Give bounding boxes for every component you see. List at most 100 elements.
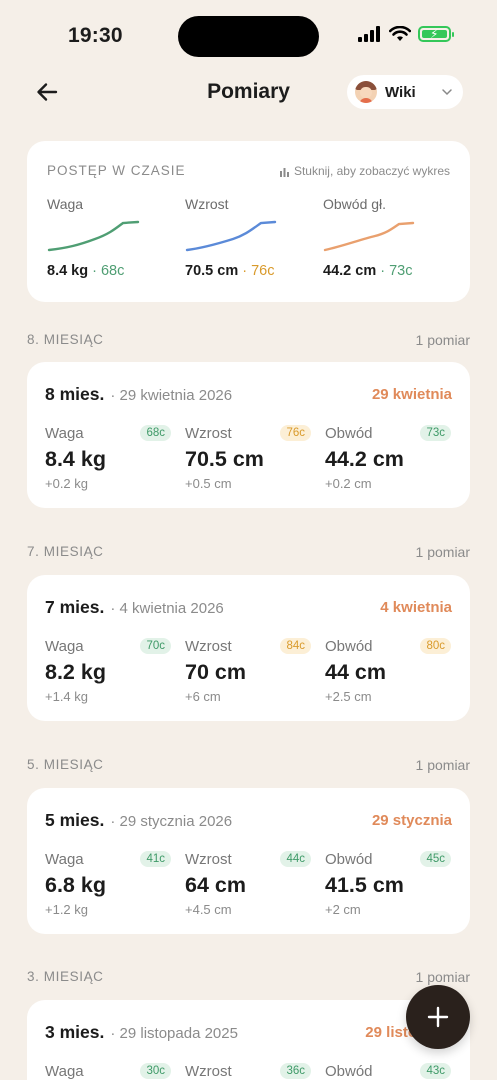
card-date: · 4 kwietnia 2026 xyxy=(110,600,224,617)
percentile-badge: 43c xyxy=(420,1063,451,1079)
section-header: 8. MIESIĄC 1 pomiar xyxy=(27,332,470,352)
plus-icon xyxy=(427,1006,449,1028)
metric-label: Obwód gł. xyxy=(323,196,387,212)
card-weight: Waga 41c 6.8 kg +1.2 kg xyxy=(45,851,171,921)
status-icons: ⚡ xyxy=(358,26,454,42)
nav-header: Pomiary Wiki xyxy=(0,72,497,114)
card-head: Obwód 73c 44.2 cm +0.2 cm xyxy=(325,425,451,495)
card-age: 7 mies. xyxy=(45,597,105,617)
col-delta: +1.2 kg xyxy=(45,902,89,917)
metric-value: 8.4 kg · 68c xyxy=(47,263,125,279)
card-head: Obwód 45c 41.5 cm +2 cm xyxy=(325,851,451,921)
metric-label: Waga xyxy=(47,196,84,212)
measurement-card[interactable]: 5 mies. · 29 stycznia 2026 29 stycznia Wa… xyxy=(27,788,470,934)
percentile-badge: 76c xyxy=(280,425,311,441)
measurement-card[interactable]: 8 mies. · 29 kwietnia 2026 29 kwietnia Wa… xyxy=(27,362,470,508)
col-delta: +0.2 cm xyxy=(325,476,372,491)
section-title: 5. MIESIĄC xyxy=(27,757,104,772)
col-value: 44.2 cm xyxy=(325,447,404,471)
section-count: 1 pomiar xyxy=(415,757,470,773)
card-weight: Waga 70c 8.2 kg +1.4 kg xyxy=(45,638,171,708)
add-measurement-button[interactable] xyxy=(406,985,470,1049)
percentile-badge: 30c xyxy=(140,1063,171,1079)
height-sparkline xyxy=(185,220,277,252)
card-date: · 29 kwietnia 2026 xyxy=(110,387,233,404)
weight-sparkline xyxy=(47,220,140,252)
col-value: 6.8 kg xyxy=(45,873,106,897)
col-value: 41.5 cm xyxy=(325,873,404,897)
card-date: · 29 stycznia 2026 xyxy=(110,813,233,830)
card-header: 8 mies. · 29 kwietnia 2026 29 kwietnia xyxy=(45,384,452,406)
section-count: 1 pomiar xyxy=(415,969,470,985)
section-header: 3. MIESIĄC 1 pomiar xyxy=(27,969,470,989)
card-height: Wzrost 76c 70.5 cm +0.5 cm xyxy=(185,425,311,495)
percentile-badge: 80c xyxy=(420,638,451,654)
signal-icon xyxy=(358,26,380,42)
child-name: Wiki xyxy=(385,83,416,101)
percentile-badge: 44c xyxy=(280,851,311,867)
percentile-badge: 70c xyxy=(140,638,171,654)
status-bar: 19:30 ⚡ xyxy=(0,0,497,72)
wifi-icon xyxy=(389,26,411,41)
section-title: 7. MIESIĄC xyxy=(27,544,104,559)
percentile-badge: 68c xyxy=(140,425,171,441)
col-delta: +1.4 kg xyxy=(45,689,89,704)
percentile-badge: 73c xyxy=(420,425,451,441)
col-delta: +6 cm xyxy=(185,689,221,704)
metric-value: 44.2 cm · 73c xyxy=(323,263,413,279)
progress-card[interactable]: POSTĘP W CZASIE Stuknij, aby zobaczyć wy… xyxy=(27,141,470,302)
col-delta: +0.2 kg xyxy=(45,476,89,491)
percentile-badge: 45c xyxy=(420,851,451,867)
card-age: 3 mies. xyxy=(45,1022,105,1042)
metric-head[interactable]: Obwód gł. 44.2 cm · 73c xyxy=(323,196,448,286)
section-header: 5. MIESIĄC 1 pomiar xyxy=(27,757,470,777)
measurement-card[interactable]: 3 mies. · 29 listopada 2025 29 listopada … xyxy=(27,1000,470,1080)
card-short-date: 4 kwietnia xyxy=(380,599,452,616)
card-age: 5 mies. xyxy=(45,810,105,830)
chart-hint-text: Stuknij, aby zobaczyć wykres xyxy=(293,164,450,178)
bar-chart-icon xyxy=(279,167,289,177)
card-header: 5 mies. · 29 stycznia 2026 29 stycznia xyxy=(45,810,452,832)
card-height: Wzrost 44c 64 cm +4.5 cm xyxy=(185,851,311,921)
col-delta: +2.5 cm xyxy=(325,689,372,704)
card-short-date: 29 stycznia xyxy=(371,812,452,829)
card-header: 3 mies. · 29 listopada 2025 29 listopada xyxy=(45,1022,452,1044)
card-head: Obwód 80c 44 cm +2.5 cm xyxy=(325,638,451,708)
card-header: 7 mies. · 4 kwietnia 2026 4 kwietnia xyxy=(45,597,452,619)
section-count: 1 pomiar xyxy=(415,332,470,348)
card-head: Obwód 43c xyxy=(325,1063,451,1080)
card-weight: Waga 68c 8.4 kg +0.2 kg xyxy=(45,425,171,495)
col-delta: +0.5 cm xyxy=(185,476,232,491)
col-delta: +2 cm xyxy=(325,902,361,917)
head-sparkline xyxy=(323,221,415,252)
col-value: 70 cm xyxy=(185,660,246,684)
col-value: 64 cm xyxy=(185,873,246,897)
card-short-date: 29 kwietnia xyxy=(371,386,452,403)
card-age: 8 mies. xyxy=(45,384,105,404)
card-date: · 29 listopada 2025 xyxy=(110,1025,238,1042)
battery-icon: ⚡ xyxy=(418,26,454,42)
col-value: 70.5 cm xyxy=(185,447,264,471)
section-title: 8. MIESIĄC xyxy=(27,332,104,347)
metric-value: 70.5 cm · 76c xyxy=(185,263,275,279)
percentile-badge: 84c xyxy=(280,638,311,654)
section-title: 3. MIESIĄC xyxy=(27,969,104,984)
section-header: 7. MIESIĄC 1 pomiar xyxy=(27,544,470,564)
col-delta: +4.5 cm xyxy=(185,902,232,917)
chart-hint[interactable]: Stuknij, aby zobaczyć wykres xyxy=(279,164,450,178)
metric-weight[interactable]: Waga 8.4 kg · 68c xyxy=(47,196,172,286)
card-height: Wzrost 36c xyxy=(185,1063,311,1080)
percentile-badge: 36c xyxy=(280,1063,311,1079)
metric-height[interactable]: Wzrost 70.5 cm · 76c xyxy=(185,196,310,286)
col-value: 8.4 kg xyxy=(45,447,106,471)
col-value: 44 cm xyxy=(325,660,386,684)
dynamic-island xyxy=(178,16,319,57)
status-time: 19:30 xyxy=(68,24,123,47)
child-selector[interactable]: Wiki xyxy=(347,75,463,109)
chevron-down-icon xyxy=(442,89,452,96)
metric-label: Wzrost xyxy=(185,196,229,212)
card-height: Wzrost 84c 70 cm +6 cm xyxy=(185,638,311,708)
progress-title: POSTĘP W CZASIE xyxy=(47,163,186,178)
measurement-card[interactable]: 7 mies. · 4 kwietnia 2026 4 kwietnia Waga… xyxy=(27,575,470,721)
percentile-badge: 41c xyxy=(140,851,171,867)
